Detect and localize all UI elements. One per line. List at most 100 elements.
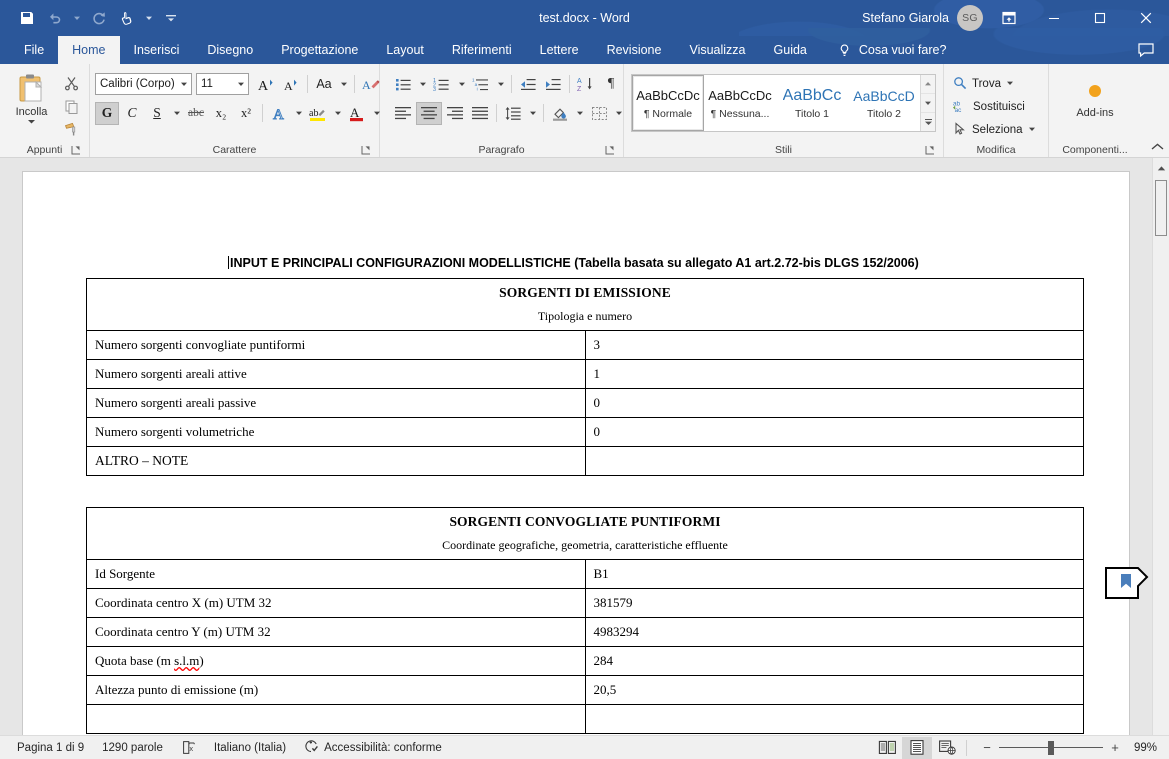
font-color-icon[interactable]: A — [345, 102, 369, 125]
undo-chevron-down-icon[interactable] — [70, 5, 84, 31]
tab-file[interactable]: File — [10, 36, 58, 64]
zoom-control[interactable]: − + 99% — [971, 740, 1161, 756]
shrink-font-icon[interactable]: A — [279, 73, 303, 96]
underline-icon[interactable]: S — [145, 102, 169, 125]
text-highlight-icon[interactable]: ab — [306, 102, 330, 125]
row-value[interactable] — [584, 704, 1084, 734]
row-value[interactable]: 1 — [584, 359, 1084, 389]
row-label[interactable]: Coordinata centro X (m) UTM 32 — [86, 588, 586, 618]
tab-riferimenti[interactable]: Riferimenti — [438, 36, 526, 64]
customize-qat-icon[interactable] — [158, 5, 184, 31]
subscript-icon[interactable]: x₂ — [209, 102, 233, 125]
tab-disegno[interactable]: Disegno — [193, 36, 267, 64]
text-effects-icon[interactable]: A — [267, 102, 291, 125]
styles-scroll-up-icon[interactable] — [921, 75, 935, 94]
vertical-scrollbar[interactable] — [1152, 158, 1169, 735]
zoom-out-button[interactable]: − — [981, 740, 993, 755]
tab-home[interactable]: Home — [58, 36, 120, 64]
style-item-normale[interactable]: AaBbCcDc ¶ Normale — [632, 75, 704, 131]
account-info[interactable]: Stefano Giarola SG — [862, 5, 987, 31]
styles-more-icon[interactable] — [921, 113, 935, 131]
row-label[interactable]: Numero sorgenti areali attive — [86, 359, 586, 389]
page-indicator[interactable]: Pagina 1 di 9 — [8, 737, 93, 759]
styles-gallery[interactable]: AaBbCcDc ¶ Normale AaBbCcDc ¶ Nessuna...… — [631, 74, 936, 132]
bold-icon[interactable]: G — [95, 101, 119, 125]
row-label[interactable]: Numero sorgenti areali passive — [86, 388, 586, 418]
font-family-chevron-down-icon[interactable] — [176, 80, 191, 88]
tab-visualizza[interactable]: Visualizza — [675, 36, 759, 64]
styles-gallery-scroll[interactable] — [920, 75, 935, 131]
style-item-nessuna-spaziatura[interactable]: AaBbCcDc ¶ Nessuna... — [704, 75, 776, 131]
tab-lettere[interactable]: Lettere — [526, 36, 593, 64]
table-sorgenti-convogliate-puntiformi[interactable]: SORGENTI CONVOGLIATE PUNTIFORMI Coordina… — [86, 507, 1084, 734]
borders-icon[interactable] — [587, 102, 611, 125]
clipboard-dialog-launcher-icon[interactable] — [70, 144, 82, 156]
paste-button[interactable]: Incolla — [5, 70, 58, 125]
maximize-button[interactable] — [1077, 0, 1123, 36]
increase-indent-icon[interactable] — [541, 73, 565, 96]
language-indicator[interactable]: Italiano (Italia) — [205, 737, 295, 759]
row-label[interactable]: Numero sorgenti volumetriche — [86, 417, 586, 447]
text-effects-chevron-down-icon[interactable] — [292, 102, 305, 125]
zoom-level[interactable]: 99% — [1127, 742, 1161, 754]
shading-chevron-down-icon[interactable] — [573, 102, 586, 125]
select-button[interactable]: Seleziona — [949, 119, 1040, 141]
close-button[interactable] — [1123, 0, 1169, 36]
format-painter-icon[interactable] — [58, 118, 84, 140]
multilevel-list-chevron-down-icon[interactable] — [494, 73, 507, 96]
document-page[interactable]: INPUT E PRINCIPALI CONFIGURAZIONI MODELL… — [22, 171, 1149, 735]
accessibility-status[interactable]: Accessibilità: conforme — [295, 737, 451, 759]
replace-button[interactable]: ab ac Sostituisci — [949, 96, 1029, 118]
undo-icon[interactable] — [42, 5, 68, 31]
show-formatting-marks-icon[interactable]: ¶ — [599, 73, 623, 96]
line-spacing-icon[interactable] — [501, 102, 525, 125]
bookmark-flag-icon[interactable] — [1105, 567, 1151, 610]
font-family-combo[interactable]: Calibri (Corpo) — [95, 73, 192, 95]
ribbon-display-options-icon[interactable] — [987, 0, 1031, 36]
cut-icon[interactable] — [58, 72, 84, 94]
scrollbar-thumb[interactable] — [1155, 180, 1167, 236]
row-value[interactable]: 3 — [584, 330, 1084, 360]
tab-revisione[interactable]: Revisione — [593, 36, 676, 64]
find-button[interactable]: Trova — [949, 73, 1018, 95]
tab-guida[interactable]: Guida — [760, 36, 821, 64]
align-center-icon[interactable] — [416, 101, 442, 125]
touch-mode-icon[interactable] — [114, 5, 140, 31]
tab-progettazione[interactable]: Progettazione — [267, 36, 372, 64]
numbering-chevron-down-icon[interactable] — [455, 73, 468, 96]
underline-chevron-down-icon[interactable] — [170, 102, 183, 125]
save-icon[interactable] — [14, 5, 40, 31]
row-label[interactable]: Id Sorgente — [86, 559, 586, 589]
touch-mode-chevron-down-icon[interactable] — [142, 5, 156, 31]
collapse-ribbon-icon[interactable] — [1149, 139, 1165, 155]
bullets-icon[interactable] — [391, 73, 415, 96]
styles-dialog-launcher-icon[interactable] — [924, 144, 936, 156]
redo-icon[interactable] — [86, 5, 112, 31]
tell-me-box[interactable]: Cosa vuoi fare? — [821, 36, 959, 64]
find-chevron-down-icon[interactable] — [1006, 78, 1014, 90]
font-size-combo[interactable]: 11 — [196, 73, 249, 95]
row-label-quota-base[interactable]: Quota base (m s.l.m) — [86, 646, 586, 676]
bullets-chevron-down-icon[interactable] — [416, 73, 429, 96]
zoom-in-button[interactable]: + — [1109, 740, 1121, 755]
line-spacing-chevron-down-icon[interactable] — [526, 102, 539, 125]
select-chevron-down-icon[interactable] — [1028, 124, 1036, 136]
row-value[interactable]: 381579 — [584, 588, 1084, 618]
row-value[interactable]: 4983294 — [584, 617, 1084, 647]
font-dialog-launcher-icon[interactable] — [360, 144, 372, 156]
align-left-icon[interactable] — [391, 102, 415, 125]
word-count[interactable]: 1290 parole — [93, 737, 172, 759]
change-case-icon[interactable]: Aa — [312, 73, 336, 96]
italic-icon[interactable]: C — [120, 102, 144, 125]
row-value[interactable]: 0 — [584, 388, 1084, 418]
style-item-titolo-2[interactable]: AaBbCcD Titolo 2 — [848, 75, 920, 131]
change-case-chevron-down-icon[interactable] — [337, 73, 350, 96]
comments-icon[interactable] — [1137, 36, 1169, 64]
tab-inserisci[interactable]: Inserisci — [120, 36, 194, 64]
paragraph-dialog-launcher-icon[interactable] — [604, 144, 616, 156]
proofing-errors-icon[interactable]: x — [172, 737, 205, 759]
styles-scroll-down-icon[interactable] — [921, 94, 935, 113]
zoom-slider-thumb[interactable] — [1048, 740, 1054, 755]
print-layout-icon[interactable] — [902, 736, 932, 759]
row-value[interactable] — [584, 446, 1084, 476]
